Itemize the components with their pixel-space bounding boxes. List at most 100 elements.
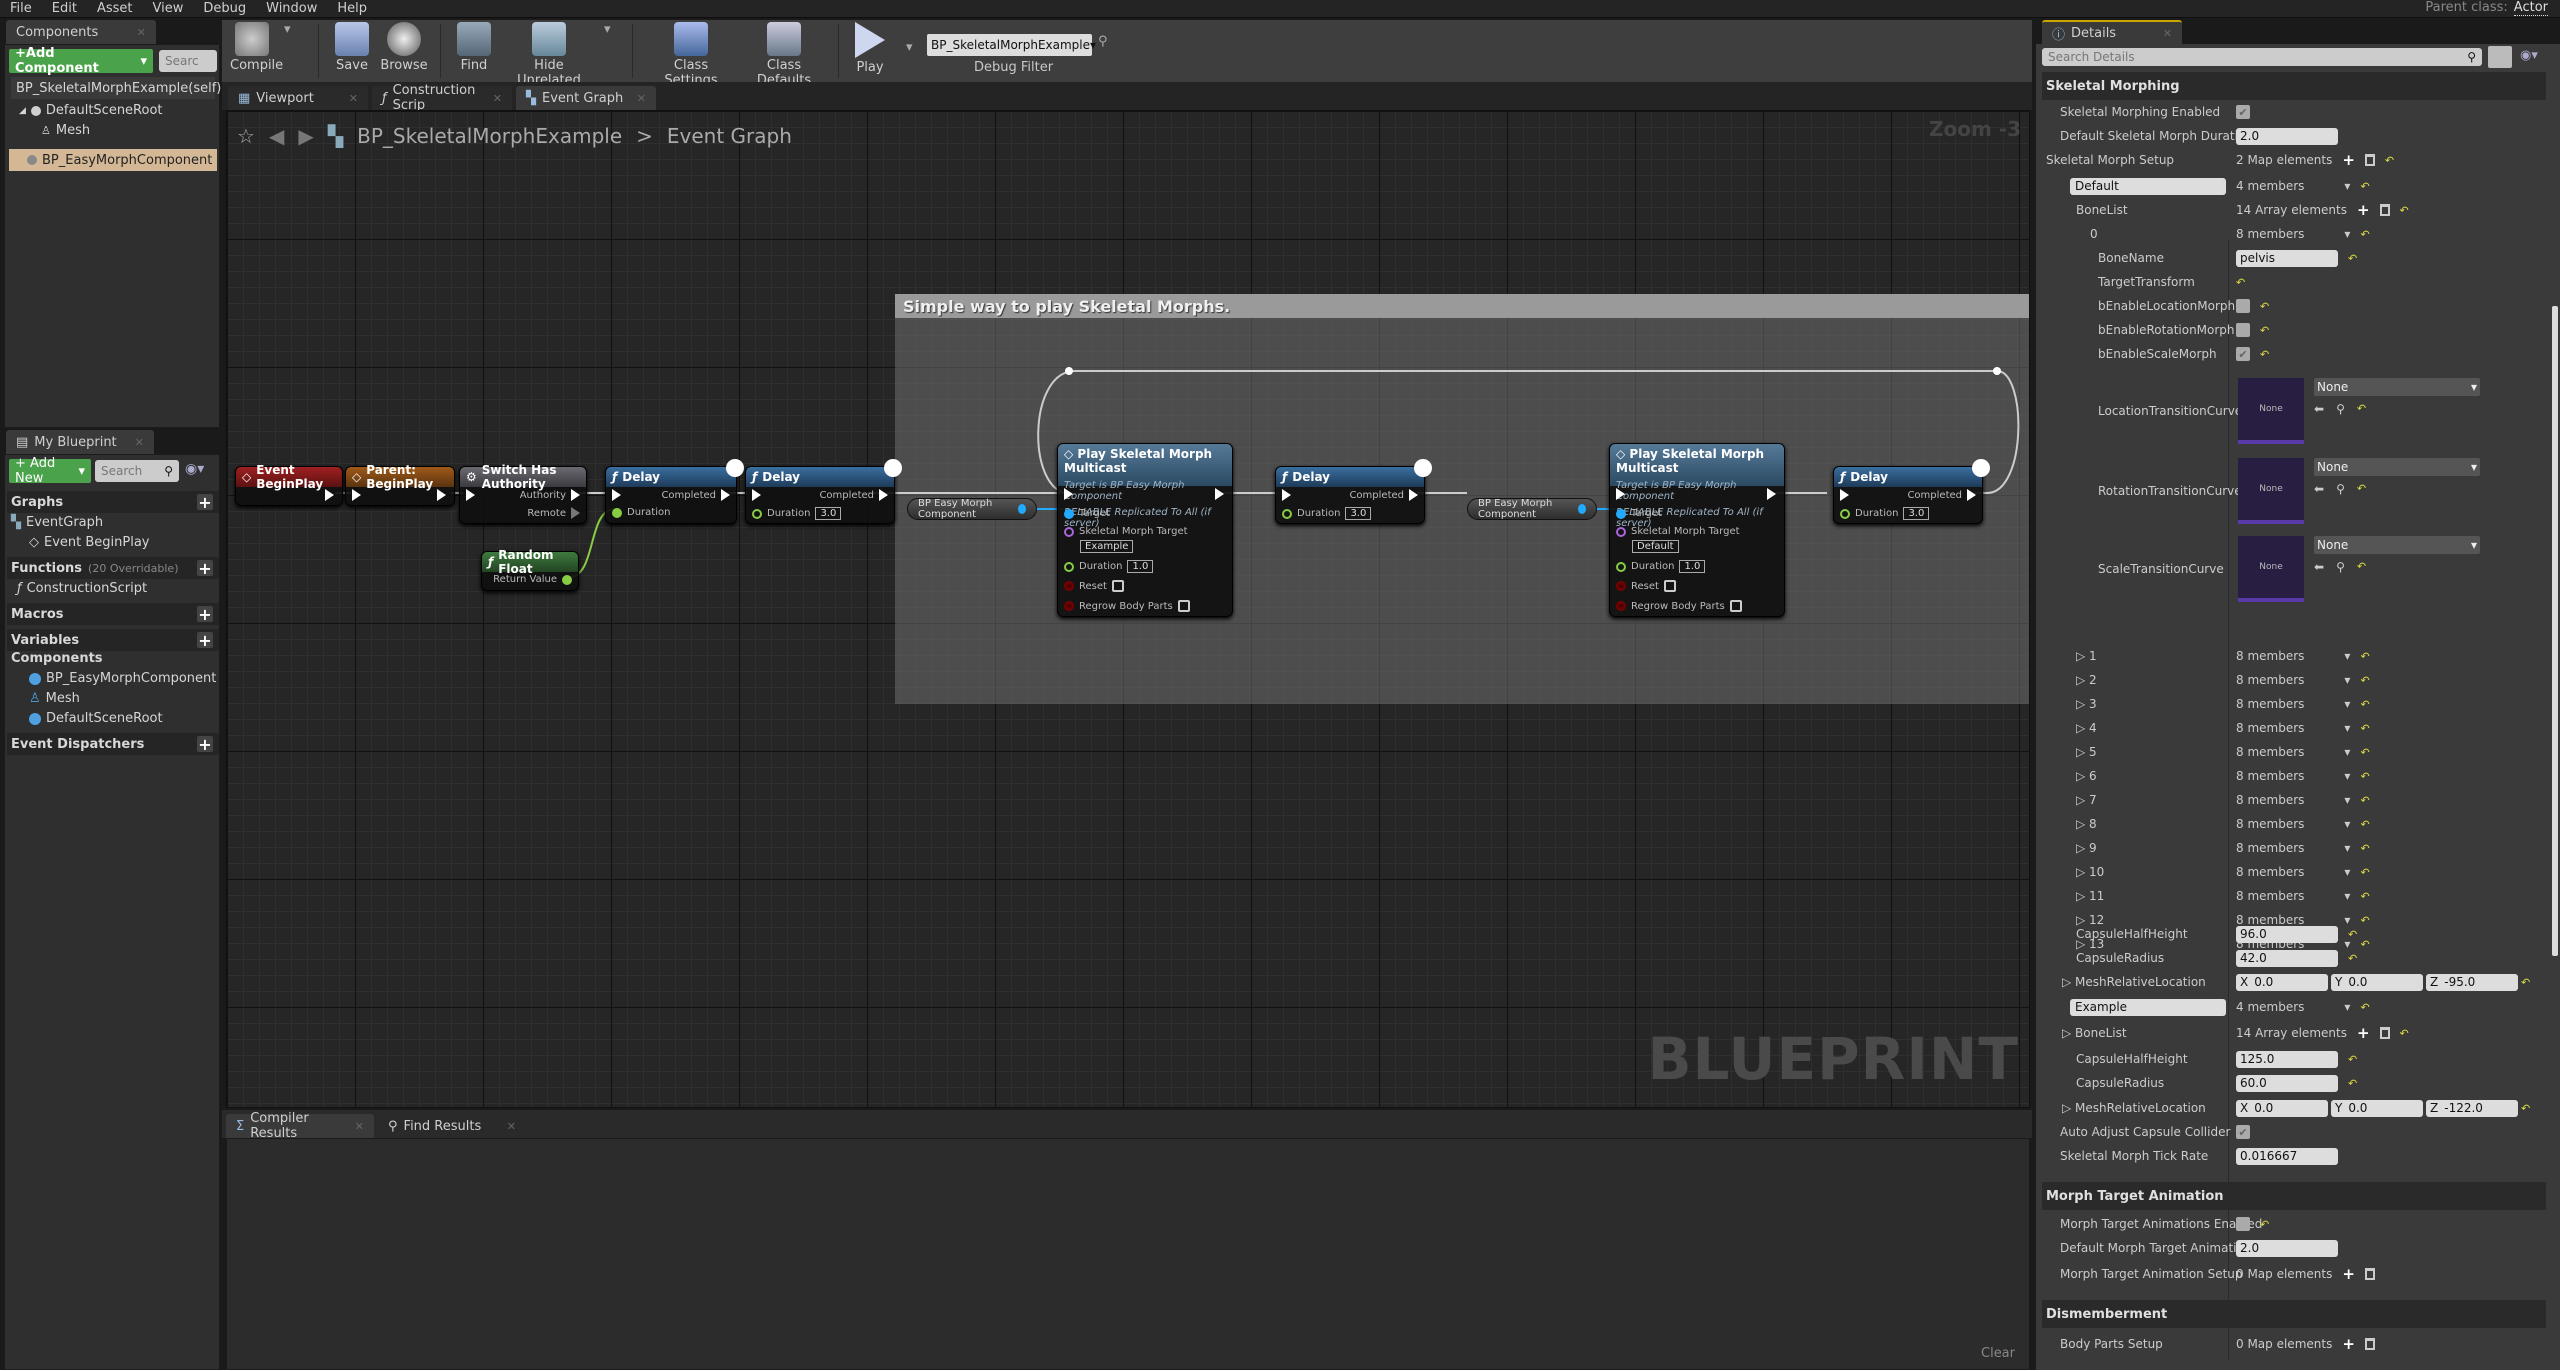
tab-my-blueprint[interactable]: ▤ My Blueprint ✕ xyxy=(6,430,154,454)
morph-target-pin[interactable] xyxy=(1064,526,1074,537)
section-functions[interactable]: Functions (20 Overridable) + xyxy=(7,557,219,579)
close-icon[interactable]: ✕ xyxy=(355,1120,364,1133)
regrow-pin[interactable] xyxy=(1616,601,1626,611)
reset-checkbox[interactable] xyxy=(1111,580,1124,592)
menu-window[interactable]: Window xyxy=(256,1,327,16)
reset-icon[interactable]: ↶ xyxy=(2348,928,2357,941)
tab-compiler-results[interactable]: Σ Compiler Results ✕ xyxy=(226,1111,374,1141)
chevron-down-icon[interactable]: ▾ xyxy=(2344,889,2350,903)
reset-icon[interactable]: ↶ xyxy=(2400,1027,2409,1040)
tab-details[interactable]: ⓘ Details ✕ xyxy=(2042,20,2182,44)
duration-value[interactable]: 3.0 xyxy=(1345,507,1372,520)
reset-icon[interactable]: ↶ xyxy=(2360,698,2369,711)
add-element-icon[interactable]: + xyxy=(2357,201,2370,219)
node-parent-begin-play[interactable]: ◇ Parent: BeginPlay xyxy=(345,463,455,506)
regrow-checkbox[interactable] xyxy=(1177,600,1190,612)
details-scrollbar[interactable] xyxy=(2552,306,2558,956)
completed-pin[interactable] xyxy=(1967,489,1976,501)
menu-file[interactable]: File xyxy=(0,1,42,16)
tab-event-graph[interactable]: ▚ Event Graph ✕ xyxy=(516,86,656,110)
trash-icon[interactable] xyxy=(2364,1268,2375,1280)
add-element-icon[interactable]: + xyxy=(2342,1265,2355,1283)
expand-triangle-icon[interactable]: ▷ xyxy=(2062,1101,2075,1115)
chevron-down-icon[interactable]: ▾ xyxy=(2344,227,2350,241)
reset-icon[interactable]: ↶ xyxy=(2357,560,2366,574)
my-blueprint-search-input[interactable]: Search ⚲ xyxy=(95,460,179,482)
section-event-dispatchers[interactable]: Event Dispatchers + xyxy=(7,733,219,755)
play-options-dropdown[interactable]: ▾ xyxy=(906,40,913,55)
node-delay-3[interactable]: ƒ Delay Completed Duration 3.0 xyxy=(1275,459,1432,524)
checkbox[interactable] xyxy=(2236,299,2250,313)
hide-unrelated-button[interactable]: Hide Unrelated xyxy=(504,22,594,88)
text-field[interactable]: pelvis xyxy=(2236,249,2338,267)
reset-icon[interactable]: ↶ xyxy=(2348,1053,2357,1066)
eye-visibility-icon[interactable]: ◉▾ xyxy=(2520,48,2538,63)
exec-out-pin[interactable] xyxy=(437,489,446,501)
item-event-graph[interactable]: ▚ EventGraph xyxy=(11,515,103,530)
close-icon[interactable]: ✕ xyxy=(137,26,146,39)
reset-icon[interactable]: ↶ xyxy=(2360,1001,2369,1014)
number-field[interactable]: 0.016667 xyxy=(2236,1147,2338,1165)
node-delay-2[interactable]: ƒ Delay Completed Duration 3.0 xyxy=(745,459,902,524)
regrow-pin[interactable] xyxy=(1064,601,1074,611)
reset-icon[interactable]: ↶ xyxy=(2348,952,2357,965)
map-key-field[interactable]: Example xyxy=(2070,998,2226,1016)
add-dispatcher-button[interactable]: + xyxy=(197,735,213,754)
trash-icon[interactable] xyxy=(2364,154,2375,166)
add-element-icon[interactable]: + xyxy=(2342,1335,2355,1353)
expand-triangle-icon[interactable]: ▷ xyxy=(2076,769,2089,783)
components-search-input[interactable]: Searc xyxy=(159,50,217,72)
browse-search-icon[interactable]: ⚲ xyxy=(2336,482,2345,496)
reset-icon[interactable]: ↶ xyxy=(2260,324,2269,337)
chevron-down-icon[interactable]: ▾ xyxy=(2344,745,2350,759)
chevron-down-icon[interactable]: ▾ xyxy=(2344,769,2350,783)
node-event-begin-play[interactable]: ◇ Event BeginPlay xyxy=(235,463,343,506)
reset-icon[interactable]: ↶ xyxy=(2357,482,2366,496)
number-field[interactable]: 2.0 xyxy=(2236,1239,2338,1257)
expand-triangle-icon[interactable]: ▷ xyxy=(2076,841,2089,855)
close-icon[interactable]: ✕ xyxy=(507,1120,516,1133)
node-var-easymorph-2[interactable]: BP Easy Morph Component xyxy=(1467,498,1597,520)
reset-icon[interactable]: ↶ xyxy=(2521,976,2530,989)
remote-exec-pin[interactable] xyxy=(571,507,580,519)
add-function-button[interactable]: + xyxy=(197,559,213,578)
use-selected-arrow-icon[interactable]: ⬅ xyxy=(2314,402,2324,416)
curve-thumbnail[interactable]: None xyxy=(2238,378,2304,444)
completed-pin[interactable] xyxy=(1409,489,1418,501)
chevron-down-icon[interactable]: ▾ xyxy=(2344,865,2350,879)
reset-icon[interactable]: ↶ xyxy=(2260,348,2269,361)
tab-find-results[interactable]: ⚲ Find Results ✕ xyxy=(378,1114,526,1138)
item-construction-script[interactable]: ƒ ConstructionScript xyxy=(17,581,147,596)
add-variable-button[interactable]: + xyxy=(197,631,213,650)
menu-debug[interactable]: Debug xyxy=(193,1,256,16)
duration-value[interactable]: 3.0 xyxy=(1903,507,1930,520)
reset-icon[interactable]: ↶ xyxy=(2348,252,2357,265)
completed-pin[interactable] xyxy=(879,489,888,501)
expand-triangle-icon[interactable]: ▷ xyxy=(2062,975,2075,989)
compile-button[interactable]: Compile xyxy=(230,22,283,73)
reset-icon[interactable]: ↶ xyxy=(2360,866,2369,879)
menu-view[interactable]: View xyxy=(143,1,194,16)
add-macro-button[interactable]: + xyxy=(197,605,213,624)
chevron-down-icon[interactable]: ▾ xyxy=(2344,817,2350,831)
chevron-down-icon[interactable]: ▾ xyxy=(2344,721,2350,735)
completed-pin[interactable] xyxy=(721,489,730,501)
regrow-checkbox[interactable] xyxy=(1729,600,1742,612)
close-icon[interactable]: ✕ xyxy=(349,92,358,105)
expand-triangle-icon[interactable]: ▷ xyxy=(2076,865,2089,879)
trash-icon[interactable] xyxy=(2379,1027,2390,1039)
number-field[interactable]: 96.0 xyxy=(2236,925,2338,943)
close-icon[interactable]: ✕ xyxy=(135,436,144,449)
exec-out-pin[interactable] xyxy=(325,489,334,501)
map-key-field[interactable]: Default xyxy=(2070,177,2226,195)
browse-search-icon[interactable]: ⚲ xyxy=(2336,402,2345,416)
duration-pin[interactable] xyxy=(1064,561,1074,572)
duration-value[interactable]: 1.0 xyxy=(1679,560,1706,573)
browse-search-icon[interactable]: ⚲ xyxy=(2336,560,2345,574)
reset-icon[interactable]: ↶ xyxy=(2236,276,2245,289)
menu-edit[interactable]: Edit xyxy=(42,1,87,16)
add-element-icon[interactable]: + xyxy=(2342,151,2355,169)
var-output-pin[interactable] xyxy=(1017,504,1026,514)
reset-pin[interactable] xyxy=(1616,581,1626,591)
vector-y-field[interactable]: Y 0.0 xyxy=(2331,1099,2423,1117)
